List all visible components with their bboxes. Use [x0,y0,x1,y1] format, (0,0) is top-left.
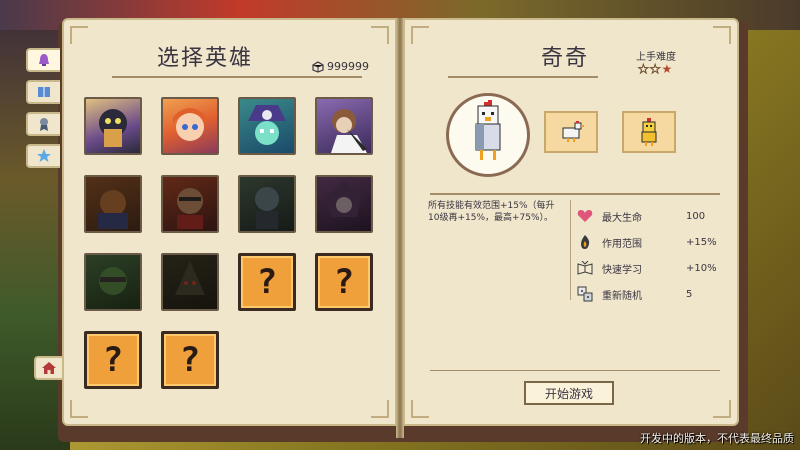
chicken-icon [562,121,584,142]
yellow-chick-icon [641,118,657,146]
hero-slot-unknown[interactable]: ? [84,331,142,389]
stat-value: +10% [686,262,717,274]
title-divider [112,76,362,78]
hero-3-portrait [248,105,286,145]
page-corner-ornament [411,26,429,44]
stat-row: 重新随机 5 [576,284,726,304]
hero-slot-unknown[interactable]: ? [161,331,219,389]
tab-codex[interactable] [26,80,60,104]
title-divider [448,76,598,78]
locked-overlay [240,177,294,231]
stat-row: 作用范围 +15% [576,232,726,252]
unknown-mark: ? [102,340,124,380]
hero-slot-10 [161,253,219,311]
hero-2-portrait [173,108,207,141]
locked-overlay [86,255,140,309]
home-tab[interactable] [34,356,62,380]
locked-overlay [163,177,217,231]
hero-slot-5 [84,175,142,233]
stat-name: 作用范围 [602,238,642,250]
hero-slot-3[interactable] [238,97,296,155]
hero-slot-unknown[interactable]: ? [315,253,373,311]
hero-slot-1[interactable] [84,97,142,155]
stat-row: 最大生命 100 [576,206,726,226]
stat-value: 100 [686,210,706,222]
hero-1-portrait [99,109,127,147]
badge-icon [40,118,48,131]
book-icon [38,87,50,97]
tab-favorites[interactable] [26,144,60,168]
hero-4-portrait [331,109,367,153]
pet-card-2[interactable] [622,111,676,153]
star-icon [37,149,51,162]
hero-name: 奇奇 [540,46,589,71]
stat-value: 5 [686,288,693,300]
page-corner-ornament [713,26,731,44]
hero-portrait [446,93,530,177]
difficulty-stars: ★★★ [638,62,674,77]
tab-achievements[interactable] [26,112,60,136]
star-empty-icon: ★ [649,62,662,77]
unknown-mark: ? [179,340,201,380]
hero-slot-2[interactable] [161,97,219,155]
footer-divider [430,370,720,371]
unknown-mark: ? [256,262,278,302]
page-corner-ornament [70,26,88,44]
page-corner-ornament [70,400,88,418]
stat-row: 快速学习 +10% [576,258,726,278]
hero-slot-9 [84,253,142,311]
page-corner-ornament [371,400,389,418]
stat-name: 快速学习 [602,264,642,276]
hero-slot-8 [315,175,373,233]
flame-icon [576,233,594,251]
hero-slot-4[interactable] [315,97,373,155]
page-title: 选择英雄 [156,46,253,71]
hero-slot-unknown[interactable]: ? [238,253,296,311]
house-icon [42,362,56,374]
start-game-button[interactable]: 开始游戏 [524,381,614,405]
pet-card-1[interactable] [544,111,598,153]
unknown-mark: ? [333,262,355,302]
star-empty-icon: ★ [638,62,650,77]
chicken-hero-portrait [475,100,501,160]
crystal-icon [312,60,324,73]
stat-name: 最大生命 [602,212,642,224]
hero-slot-6 [161,175,219,233]
currency-amount: 999999 [327,60,369,73]
tab-heroes[interactable] [26,48,60,72]
locked-overlay [86,177,140,231]
bell-icon [39,54,49,66]
heart-icon [576,207,594,225]
currency-display: 999999 [312,60,369,73]
section-divider [430,193,720,195]
stats-divider [570,200,571,300]
side-tabs [26,48,60,176]
difficulty-label: 上手难度 [636,52,676,63]
page-corner-ornament [411,400,429,418]
stat-name: 重新随机 [602,290,642,302]
star-filled-icon: ★ [661,62,674,76]
build-watermark: 开发中的版本，不代表最终品质 [640,432,794,445]
stat-value: +15% [686,236,717,248]
hero-description: 所有技能有效范围+15%（每升10级再+15%，最高+75%）。 [428,201,555,223]
locked-overlay [163,255,217,309]
page-corner-ornament [713,400,731,418]
locked-overlay [317,177,371,231]
dice-icon [576,285,594,303]
book-learn-icon [576,259,594,277]
page-corner-ornament [371,26,389,44]
hero-slot-7 [238,175,296,233]
